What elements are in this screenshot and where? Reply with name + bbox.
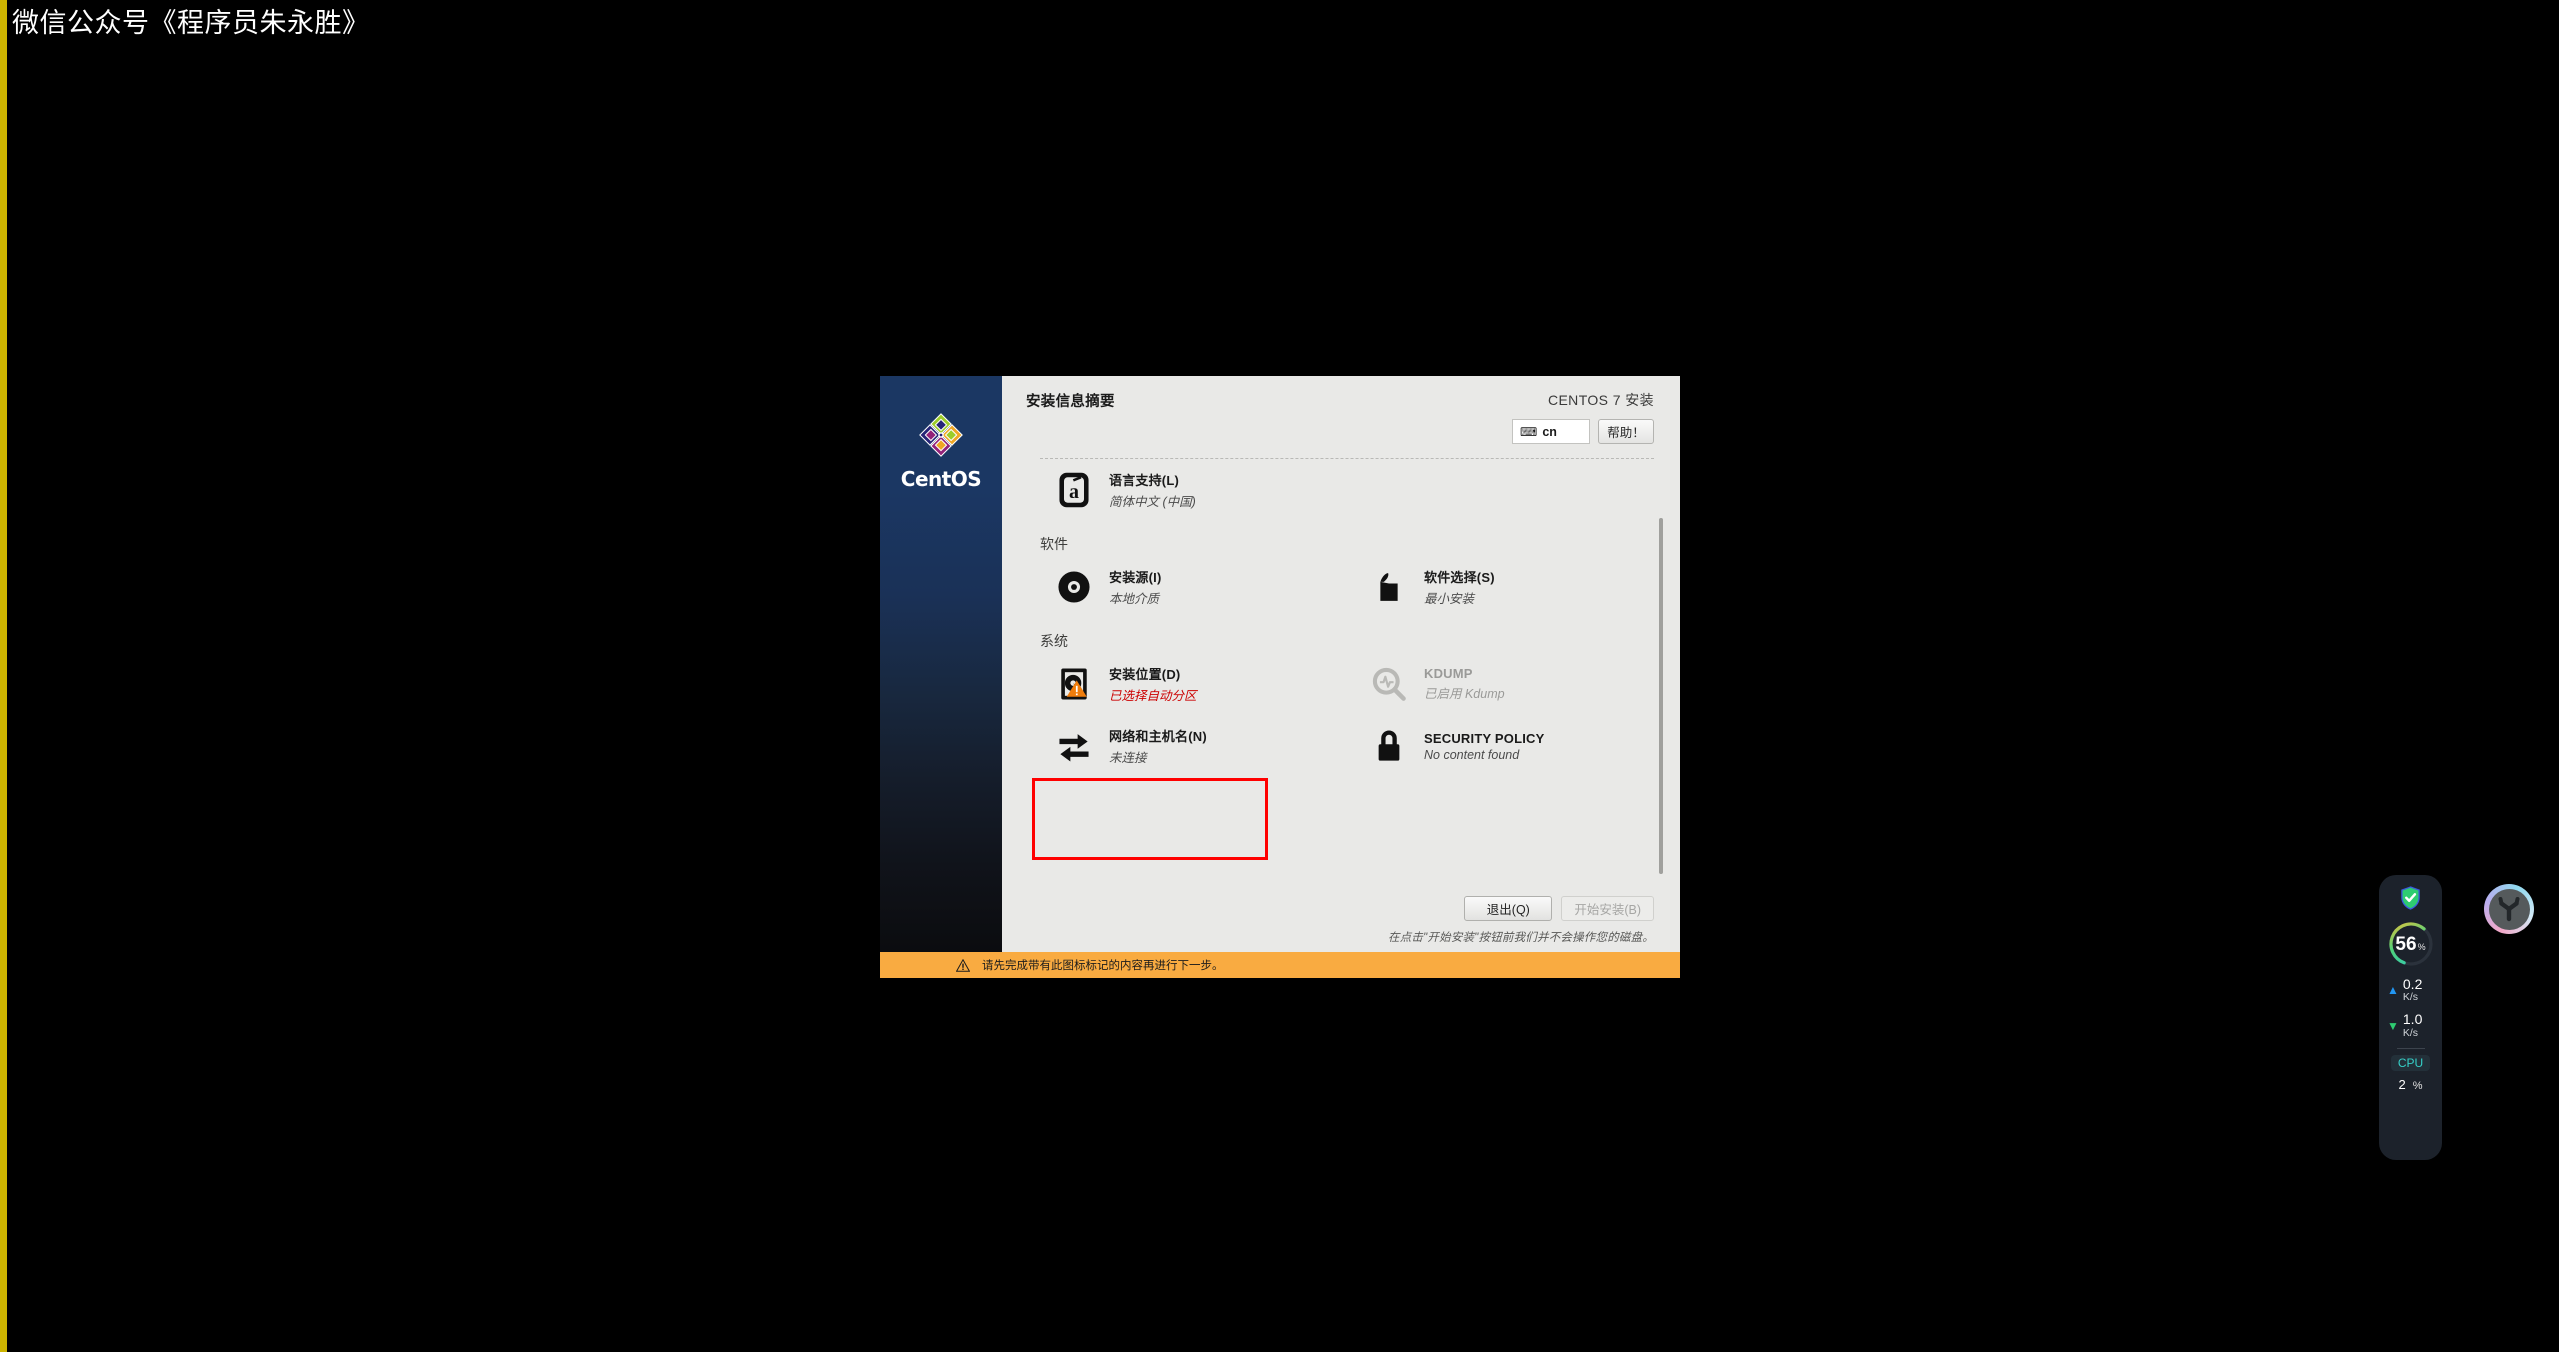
cpu-label: CPU — [2390, 1054, 2431, 1071]
spoke-title: KDUMP — [1424, 666, 1473, 681]
footer: 退出(Q) 开始安装(B) 在点击"开始安装"按钮前我们并不会操作您的磁盘。 — [1002, 888, 1680, 952]
arrow-up-icon: ▲ — [2387, 983, 2399, 998]
svg-text:a: a — [1069, 481, 1079, 503]
spoke-text: KDUMP 已启用 Kdump — [1424, 666, 1505, 702]
spoke-status: 已启用 Kdump — [1424, 687, 1505, 701]
spoke-language-support[interactable]: a 语言支持(L) 简体中文 (中国) — [1026, 459, 1341, 521]
spoke-text: 软件选择(S) 最小安装 — [1424, 567, 1495, 607]
spoke-status: 已选择自动分区 — [1109, 689, 1197, 703]
spoke-status: 简体中文 (中国) — [1109, 495, 1196, 509]
section-localization: a 语言支持(L) 简体中文 (中国) — [1026, 459, 1656, 521]
trident-orb-icon — [2498, 897, 2520, 922]
keyboard-icon: ⌨ — [1520, 424, 1538, 439]
content-area: a 语言支持(L) 简体中文 (中国) 软件 安装源(I) 本地介质 软件选择(… — [1002, 458, 1680, 888]
memory-usage-ring: 56 % — [2387, 920, 2435, 968]
help-button[interactable]: 帮助！ — [1598, 419, 1654, 444]
spoke-software-selection[interactable]: 软件选择(S) 最小安装 — [1341, 556, 1656, 618]
header-controls: ⌨ cn 帮助！ — [1512, 419, 1654, 444]
magnifier-icon — [1367, 662, 1411, 706]
shield-check-icon — [2401, 886, 2420, 910]
spoke-title: 网络和主机名(N) — [1109, 729, 1207, 744]
spoke-security-policy[interactable]: SECURITY POLICY No content found — [1341, 715, 1656, 777]
download-values: 1.0 K/s — [2402, 1011, 2423, 1039]
upload-unit: K/s — [2402, 991, 2419, 1004]
header-right: CENTOS 7 安装 ⌨ cn 帮助！ — [1512, 390, 1654, 444]
lock-icon — [1367, 724, 1411, 768]
scrollbar-thumb[interactable] — [1659, 518, 1663, 874]
spoke-kdump[interactable]: KDUMP 已启用 Kdump — [1341, 653, 1656, 715]
cpu-unit: % — [2412, 1079, 2423, 1092]
cpu-value: 2 — [2398, 1076, 2406, 1092]
floating-orb-button[interactable] — [2484, 884, 2534, 934]
package-icon — [1367, 565, 1411, 609]
section-software: 安装源(I) 本地介质 软件选择(S) 最小安装 — [1026, 556, 1656, 618]
upload-rate-row: ▲ 0.2 K/s — [2379, 976, 2442, 1004]
section-title-software: 软件 — [1040, 536, 1068, 552]
download-rate-row: ▼ 1.0 K/s — [2379, 1011, 2442, 1039]
memory-label: 56 % — [2387, 920, 2435, 968]
spoke-title: SECURITY POLICY — [1424, 730, 1545, 746]
section-title-system: 系统 — [1040, 633, 1068, 649]
spoke-status: 本地介质 — [1109, 592, 1160, 606]
keyboard-layout-label: cn — [1542, 424, 1557, 439]
spoke-status: 最小安装 — [1424, 592, 1475, 606]
upload-value: 0.2 — [2402, 976, 2423, 992]
warning-triangle-icon — [956, 958, 970, 972]
main-pane: 安装信息摘要 CENTOS 7 安装 ⌨ cn 帮助！ a 语言支持(L) 简体… — [1002, 376, 1680, 952]
footer-note: 在点击"开始安装"按钮前我们并不会操作您的磁盘。 — [1388, 932, 1654, 944]
spoke-text: SECURITY POLICY No content found — [1424, 731, 1545, 762]
begin-installation-button[interactable]: 开始安装(B) — [1561, 896, 1654, 921]
spoke-title: 语言支持(L) — [1109, 473, 1179, 488]
header: 安装信息摘要 CENTOS 7 安装 ⌨ cn 帮助！ — [1002, 376, 1680, 458]
spoke-status: 未连接 — [1109, 751, 1147, 765]
spoke-text: 语言支持(L) 简体中文 (中国) — [1109, 470, 1196, 510]
edge-stripe — [0, 0, 7, 1352]
memory-unit: % — [2417, 942, 2426, 952]
centos-wordmark: CentOS — [900, 467, 982, 491]
scrollbar-track[interactable] — [1659, 518, 1663, 874]
system-monitor-widget[interactable]: 56 % ▲ 0.2 K/s ▼ 1.0 K/s CPU 2 % — [2379, 875, 2442, 1160]
upload-values: 0.2 K/s — [2402, 976, 2423, 1004]
harddrive-icon — [1052, 662, 1096, 706]
spoke-text: 安装源(I) 本地介质 — [1109, 567, 1161, 607]
spoke-text: 网络和主机名(N) 未连接 — [1109, 726, 1207, 766]
spoke-title: 安装位置(D) — [1109, 667, 1181, 682]
memory-value: 56 — [2395, 933, 2417, 955]
footer-buttons: 退出(Q) 开始安装(B) — [1002, 896, 1654, 921]
watermark-text: 微信公众号《程序员朱永胜》 — [12, 8, 370, 39]
language-icon: a — [1052, 468, 1096, 512]
spoke-status: No content found — [1424, 747, 1520, 762]
spoke-installation-destination[interactable]: 安装位置(D) 已选择自动分区 — [1026, 653, 1341, 715]
centos-installer-window: CentOS 安装信息摘要 CENTOS 7 安装 ⌨ cn 帮助！ a 语言支… — [880, 376, 1680, 978]
cpu-usage-row: 2 % — [2398, 1077, 2422, 1092]
download-unit: K/s — [2402, 1026, 2419, 1039]
warning-bar: 请先完成带有此图标标记的内容再进行下一步。 — [880, 952, 1680, 978]
centos-logo-icon — [919, 413, 963, 457]
sidebar: CentOS — [880, 376, 1002, 952]
centos-branding: CentOS — [880, 412, 1002, 491]
spoke-installation-source[interactable]: 安装源(I) 本地介质 — [1026, 556, 1341, 618]
screen: 微信公众号《程序员朱永胜》 CentOS 安装信息摘要 CENTOS 7 安装 … — [0, 0, 2559, 1352]
spoke-title: 安装源(I) — [1109, 570, 1162, 585]
spoke-text: 安装位置(D) 已选择自动分区 — [1109, 664, 1197, 704]
keyboard-layout-indicator[interactable]: ⌨ cn — [1512, 419, 1590, 444]
section-system: 安装位置(D) 已选择自动分区 KDUMP 已启用 Kdump 网络和主机名(N… — [1026, 653, 1656, 777]
window-body: CentOS 安装信息摘要 CENTOS 7 安装 ⌨ cn 帮助！ a 语言支… — [880, 376, 1680, 952]
disc-icon — [1052, 565, 1096, 609]
arrow-down-icon: ▼ — [2387, 1018, 2399, 1033]
download-value: 1.0 — [2402, 1011, 2423, 1028]
spoke-title: 软件选择(S) — [1424, 570, 1495, 585]
spoke-network-hostname[interactable]: 网络和主机名(N) 未连接 — [1026, 715, 1341, 777]
quit-button[interactable]: 退出(Q) — [1464, 896, 1553, 921]
orb-inner — [2488, 888, 2530, 930]
network-arrows-icon — [1052, 724, 1096, 768]
product-title: CENTOS 7 安装 — [1547, 392, 1654, 408]
warning-bar-text: 请先完成带有此图标标记的内容再进行下一步。 — [982, 960, 1224, 972]
monitor-divider — [2396, 1047, 2425, 1049]
